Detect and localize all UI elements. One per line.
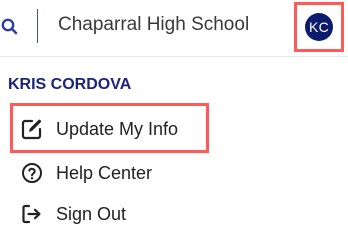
menu-item-label: Update My Info: [56, 118, 179, 139]
avatar-button[interactable]: KC: [294, 2, 344, 52]
sign-out-icon: [20, 202, 44, 226]
menu-item-help-center[interactable]: Help Center: [20, 158, 152, 188]
user-name: KRIS CORDOVA: [8, 76, 132, 93]
top-bar: Chaparral High School KC: [0, 0, 348, 57]
help-circle-icon: [20, 161, 44, 185]
menu-item-label: Sign Out: [56, 203, 127, 224]
school-name: Chaparral High School: [58, 14, 250, 35]
header-divider: [37, 9, 38, 43]
avatar: KC: [305, 13, 333, 41]
search-icon: [0, 13, 22, 37]
menu-item-label: Help Center: [56, 162, 153, 183]
menu-item-sign-out[interactable]: Sign Out: [20, 199, 126, 229]
menu-item-update-my-info[interactable]: Update My Info: [20, 114, 178, 144]
search-button[interactable]: [0, 13, 22, 37]
edit-icon: [20, 117, 44, 141]
